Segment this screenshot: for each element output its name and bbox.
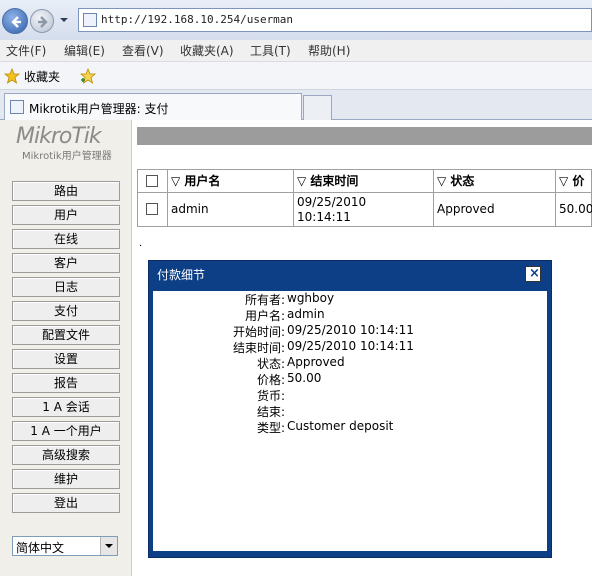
cell-status: Approved — [434, 193, 556, 226]
mikrotik-logo: MikroTik — [16, 124, 102, 149]
cell-end-time: 09/25/2010 10:14:11 — [294, 193, 434, 226]
detail-value: 50.00 — [287, 371, 322, 385]
detail-label: 开始时间: — [232, 325, 285, 339]
forward-arrow-icon — [38, 16, 48, 28]
detail-label: 结束时间: — [232, 341, 285, 355]
logo-subtitle: Mikrotik用户管理器 — [22, 151, 112, 162]
sidebar-item-profiles[interactable]: 配置文件 — [12, 325, 120, 345]
detail-label: 价格: — [256, 373, 285, 387]
row-checkbox[interactable] — [146, 203, 158, 215]
page-icon — [83, 13, 97, 27]
detail-row-status: 状态: Approved — [153, 355, 547, 371]
column-status[interactable]: ▽ 状态 — [434, 170, 556, 192]
select-all-cell — [138, 170, 168, 192]
page-content: MikroTik Mikrotik用户管理器 路由 用户 在线 客户 日志 支付… — [0, 120, 592, 576]
detail-row-end-time: 结束时间: 09/25/2010 10:14:11 — [153, 339, 547, 355]
chevron-down-icon — [105, 544, 113, 548]
url-field[interactable]: http://192.168.10.254/userman — [78, 8, 592, 32]
detail-value: admin — [287, 307, 325, 321]
detail-label: 所有者: — [244, 293, 285, 307]
sidebar-item-payments[interactable]: 支付 — [12, 301, 120, 321]
sidebar-item-routers[interactable]: 路由 — [12, 181, 120, 201]
menu-tools[interactable]: 工具(T) — [250, 42, 291, 59]
add-favorite-icon[interactable] — [79, 67, 97, 85]
sidebar-item-maintenance[interactable]: 维护 — [12, 469, 120, 489]
cell-end-date: 09/25/2010 — [297, 195, 367, 209]
detail-value: wghboy — [287, 291, 335, 305]
header-bar — [137, 127, 592, 145]
footer-dot: . — [139, 238, 143, 249]
detail-row-price: 价格: 50.00 — [153, 371, 547, 387]
detail-label: 结束: — [256, 405, 285, 419]
sidebar-item-advanced-search[interactable]: 高级搜索 — [12, 445, 120, 465]
recent-pages-dropdown-icon[interactable] — [58, 14, 70, 26]
tab-mikrotik-payment[interactable]: Mikrotik用户管理器: 支付 — [4, 93, 302, 120]
sidebar-item-settings[interactable]: 设置 — [12, 349, 120, 369]
select-all-checkbox[interactable] — [146, 175, 158, 187]
tab-bar: Mikrotik用户管理器: 支付 — [0, 90, 592, 120]
detail-label: 货币: — [256, 389, 285, 403]
back-arrow-icon — [11, 16, 21, 28]
sidebar-nav: 路由 用户 在线 客户 日志 支付 配置文件 设置 报告 1 A 会话 1 A … — [12, 181, 120, 517]
detail-row-username: 用户名: admin — [153, 307, 547, 323]
sidebar-item-reports[interactable]: 报告 — [12, 373, 120, 393]
detail-row-end: 结束: — [153, 403, 547, 419]
sidebar-item-customers[interactable]: 客户 — [12, 253, 120, 273]
detail-row-currency: 货币: — [153, 387, 547, 403]
detail-row-owner: 所有者: wghboy — [153, 291, 547, 307]
language-select[interactable]: 简体中文 — [12, 536, 118, 556]
column-end-time[interactable]: ▽ 结束时间 — [294, 170, 434, 192]
menu-help[interactable]: 帮助(H) — [308, 42, 350, 59]
menu-view[interactable]: 查看(V) — [122, 42, 164, 59]
menu-edit[interactable]: 编辑(E) — [64, 42, 105, 59]
detail-value: Customer deposit — [287, 419, 394, 433]
detail-label: 用户名: — [244, 309, 285, 323]
cell-price: 50.00 — [559, 202, 592, 216]
address-bar-area: http://192.168.10.254/userman — [0, 0, 592, 40]
payment-details-dialog: 付款细节 × 所有者: wghboy 用户名: admin 开始时间: 09/2… — [148, 260, 552, 558]
table-row[interactable]: admin 09/25/2010 10:14:11 Approved 50.00 — [137, 193, 592, 227]
tab-title: Mikrotik用户管理器: 支付 — [29, 102, 169, 116]
sidebar-item-logout[interactable]: 登出 — [12, 493, 120, 513]
favorites-bar: 收藏夹 — [0, 62, 592, 90]
sidebar-item-users[interactable]: 用户 — [12, 205, 120, 225]
forward-button[interactable] — [30, 9, 54, 33]
close-icon: × — [529, 266, 540, 281]
url-text: http://192.168.10.254/userman — [101, 13, 294, 26]
language-dropdown-button[interactable] — [100, 537, 117, 555]
sidebar-item-one-user[interactable]: 1 A 一个用户 — [12, 421, 120, 441]
column-username[interactable]: ▽ 用户名 — [168, 170, 294, 192]
detail-row-start-time: 开始时间: 09/25/2010 10:14:11 — [153, 323, 547, 339]
detail-value: 09/25/2010 10:14:11 — [287, 323, 414, 337]
dialog-title: 付款细节 — [157, 268, 206, 282]
menu-bar: 文件(F) 编辑(E) 查看(V) 收藏夹(A) 工具(T) 帮助(H) — [0, 40, 592, 62]
menu-file[interactable]: 文件(F) — [6, 42, 46, 59]
sidebar-item-session[interactable]: 1 A 会话 — [12, 397, 120, 417]
sidebar-item-logs[interactable]: 日志 — [12, 277, 120, 297]
favorites-label[interactable]: 收藏夹 — [24, 68, 60, 85]
detail-value: 09/25/2010 10:14:11 — [287, 339, 414, 353]
back-button[interactable] — [2, 8, 28, 34]
table-header: ▽ 用户名 ▽ 结束时间 ▽ 状态 ▽ 价 — [137, 169, 592, 193]
row-select-cell — [138, 193, 168, 226]
tab-page-icon — [10, 100, 24, 114]
cell-end-clock: 10:14:11 — [297, 210, 351, 224]
detail-value: Approved — [287, 355, 345, 369]
sidebar-item-online[interactable]: 在线 — [12, 229, 120, 249]
new-tab-button[interactable] — [303, 95, 332, 120]
dialog-body: 所有者: wghboy 用户名: admin 开始时间: 09/25/2010 … — [153, 291, 547, 551]
sidebar: MikroTik Mikrotik用户管理器 路由 用户 在线 客户 日志 支付… — [0, 120, 132, 576]
cell-username: admin — [168, 193, 294, 226]
menu-favorites[interactable]: 收藏夹(A) — [180, 42, 234, 59]
language-value: 简体中文 — [16, 541, 65, 555]
favorites-star-icon[interactable] — [4, 68, 20, 84]
detail-row-type: 类型: Customer deposit — [153, 419, 547, 435]
close-button[interactable]: × — [525, 266, 541, 282]
column-price[interactable]: ▽ 价 — [556, 170, 592, 192]
detail-label: 类型: — [256, 421, 285, 435]
detail-label: 状态: — [256, 357, 285, 371]
